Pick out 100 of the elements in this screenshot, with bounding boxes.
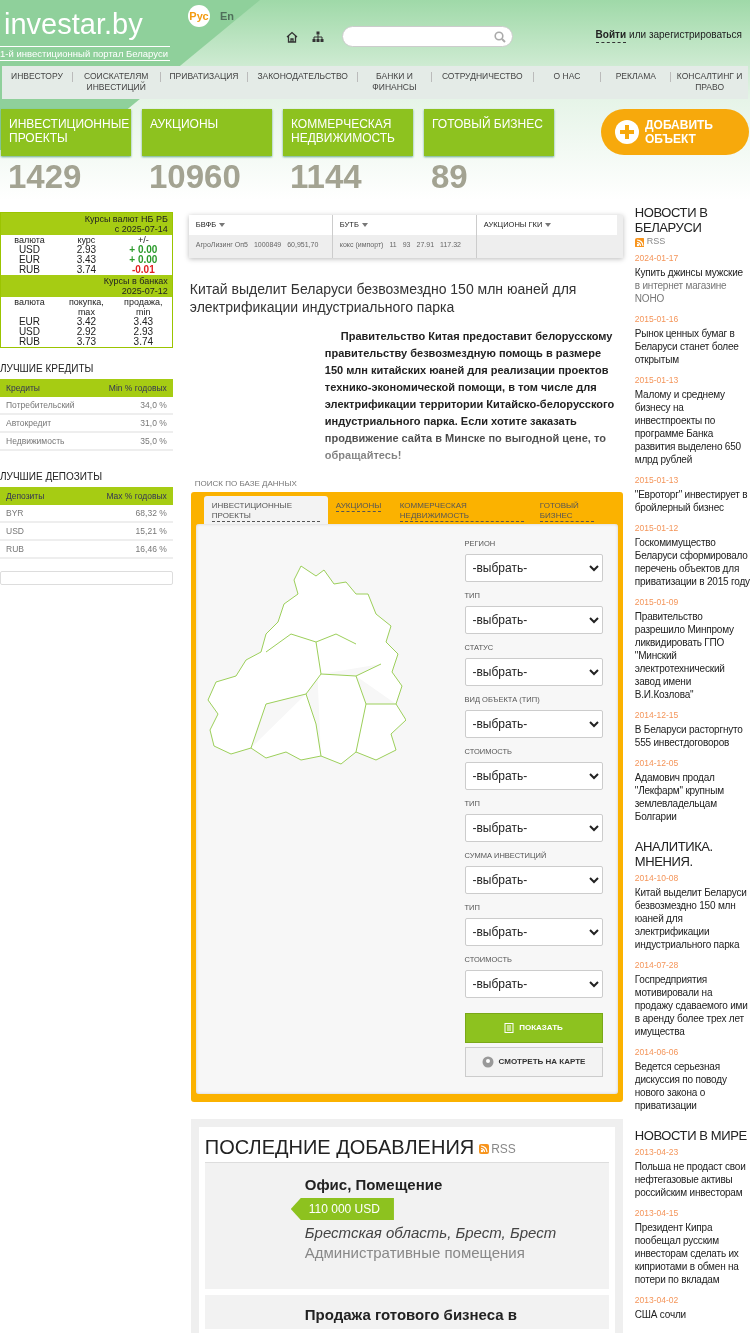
- dropdown[interactable]: -выбрать-: [464, 866, 603, 894]
- section-title: ПОСЛЕДНИЕ ДОБАВЛЕНИЯ: [204, 1135, 475, 1159]
- nav-link[interactable]: КОНСАЛТИНГ И ПРАВО: [671, 71, 748, 93]
- table-cell-text: EUR: [17, 317, 41, 327]
- category-count: 89: [430, 158, 469, 196]
- news-link[interactable]: Госпредприятия мотивировали на продажу сдаваемого ими в аренду более трех лет имущества: [634, 972, 750, 1038]
- table-cell-text: -0.01: [130, 265, 156, 275]
- news-link[interactable]: Ведется серьезная дискуссия по поводу нового закона о приватизации: [634, 1059, 750, 1112]
- search-icon: [494, 30, 506, 43]
- search-field[interactable]: [342, 26, 513, 47]
- news-link[interactable]: В Беларуси расторгнуто 555 инвестдоговоров: [634, 722, 750, 749]
- news-link[interactable]: США сочли: [634, 1307, 750, 1321]
- nav-link[interactable]: СОИСКАТЕЛЯМ ИНВЕСТИЦИЙ: [72, 71, 160, 93]
- listing-card[interactable]: Офис, Помещение 110 000 USD Брестская область, Брест, Брест Административные помещения: [204, 1163, 609, 1289]
- news-date: 2014-12-15: [634, 709, 680, 721]
- dropdown[interactable]: -выбрать-: [464, 658, 603, 686]
- news-date: 2014-10-08: [634, 872, 680, 884]
- category-count: 1429: [7, 158, 83, 196]
- news-link[interactable]: Купить джинсы мужские: [634, 265, 750, 279]
- login-link[interactable]: Войти: [595, 27, 627, 43]
- map-pin-icon: [481, 1056, 494, 1068]
- news-date: 2014-12-05: [634, 757, 680, 769]
- rss-icon: [479, 1144, 490, 1154]
- news-link[interactable]: Китай выделит Беларуси безвозмездно 150 млн юаней для электрификации индустриального парка: [634, 885, 750, 951]
- news-date: 2015-01-13: [634, 374, 680, 386]
- news-date: 2013-04-23: [634, 1146, 680, 1158]
- map-button[interactable]: СМОТРЕТЬ НА КАРТЕ: [464, 1047, 603, 1077]
- nav-link[interactable]: О НАС: [533, 71, 601, 82]
- caret-icon: [545, 223, 552, 227]
- search-tab[interactable]: КОММЕРЧЕСКАЯ НЕДВИЖИМОСТЬ: [391, 496, 532, 524]
- column-header: Депозиты: [6, 489, 45, 503]
- dropdown[interactable]: -выбрать-: [464, 814, 603, 842]
- news-link[interactable]: "Евроторг" инвестирует в бройлерный бизнес: [634, 487, 750, 514]
- dropdown[interactable]: -выбрать-: [464, 970, 603, 998]
- article-title[interactable]: Китай выделит Беларуси безвозмездно 150 млн юаней для электрификации индустриального парка: [188, 280, 623, 316]
- column-header: курс: [76, 235, 97, 245]
- news-date: 2015-01-09: [634, 596, 680, 608]
- rss-link[interactable]: RSS: [491, 1140, 516, 1158]
- section-title: ЛУЧШИЕ ДЕПОЗИТЫ: [0, 470, 103, 484]
- news-link[interactable]: Рынок ценных бумаг в Беларуси станет более открытым: [634, 326, 750, 366]
- news-link[interactable]: в интернет магазине NOHO: [634, 278, 750, 305]
- column-header: Min % годовых: [108, 381, 167, 395]
- table-cell: 34,0 %: [140, 398, 167, 412]
- caret-icon: [219, 223, 226, 227]
- table-cell-text: 3.42: [75, 317, 98, 327]
- news-link[interactable]: Малому и среднему бизнесу на инвестпроекты по программе Банка развития выделено 650 млрд рублей: [634, 387, 750, 466]
- table-cell: USD: [6, 524, 24, 538]
- search-tab[interactable]: ГОТОВЫЙ БИЗНЕС: [531, 496, 602, 524]
- table-cell-text: + 0.00: [128, 255, 159, 265]
- nav-link[interactable]: ПРИВАТИЗАЦИЯ: [160, 71, 248, 82]
- listing-location: Брестская область, Брест, Брест: [304, 1223, 558, 1243]
- news-link[interactable]: Адамович продал "Лекфарм" крупным землевладельцам Болгарии: [634, 770, 750, 823]
- plus-icon: [615, 120, 639, 144]
- nav-link[interactable]: ЗАКОНОДАТЕЛЬСТВО: [248, 71, 358, 82]
- search-tab[interactable]: ИНВЕСТИЦИОННЫЕ ПРОЕКТЫ: [203, 496, 328, 524]
- news-date: 2013-04-02: [634, 1294, 680, 1306]
- register-text: или зарегистрироваться: [629, 28, 742, 42]
- dropdown[interactable]: -выбрать-: [464, 554, 603, 582]
- table-cell-text: 3.74: [75, 265, 98, 275]
- news-link[interactable]: Президент Кипра пообещал русским инвесторам сделать их киприотами в обмен на потери по вкладам: [634, 1220, 750, 1286]
- news-date: 2013-04-15: [634, 1207, 680, 1219]
- column-header: +/-: [136, 235, 150, 245]
- price-tag: 110 000 USD: [290, 1198, 394, 1220]
- listing-category: Административные помещения: [304, 1243, 526, 1263]
- table-date: с 2025-07-14: [113, 224, 168, 234]
- column-header: продажа, min: [123, 297, 164, 317]
- nav-link[interactable]: СОТРУДНИЧЕСТВО: [431, 71, 533, 82]
- search-caption: ПОИСК ПО БАЗЕ ДАННЫХ: [194, 478, 298, 490]
- column-header: валюта: [13, 297, 46, 309]
- news-link[interactable]: Правительство разрешило Минпрому ликвидировать ГПО "Минский электротехнический завод имени В.И.Козлова": [634, 609, 750, 701]
- news-link[interactable]: Госкомимущество Беларуси сформировало перечень объектов для приватизации в 2015 году: [634, 535, 750, 588]
- nav-link[interactable]: РЕКЛАМА: [601, 71, 671, 82]
- table-cell-text: USD: [17, 327, 41, 337]
- rss-link[interactable]: RSS: [646, 235, 666, 249]
- table-cell-text: RUB: [17, 265, 41, 275]
- category-count: 1144: [289, 158, 363, 196]
- table-cell: Недвижимость: [6, 434, 65, 448]
- table-cell: BYR: [6, 506, 24, 520]
- dropdown[interactable]: -выбрать-: [464, 762, 603, 790]
- table-cell-text: USD: [17, 245, 41, 255]
- news-link[interactable]: Польша не продаст свои нефтегазовые активы российским инвесторам: [634, 1159, 750, 1199]
- news-date: 2015-01-12: [634, 522, 680, 534]
- nav-link[interactable]: БАНКИ И ФИНАНСЫ: [358, 71, 431, 93]
- listing-card[interactable]: Продажа готового бизнеса в: [204, 1295, 609, 1329]
- table-cell: 31,0 %: [140, 416, 167, 430]
- news-date: 2014-06-06: [634, 1046, 680, 1058]
- dropdown[interactable]: -выбрать-: [464, 606, 603, 634]
- table-cell-text: 3.43: [75, 255, 98, 265]
- sitemap-icon: [312, 30, 324, 43]
- nav-link[interactable]: ИНВЕСТОРУ: [2, 71, 72, 82]
- table-cell: 68,32 %: [135, 506, 167, 520]
- search-tab[interactable]: АУКЦИОНЫ: [327, 496, 392, 524]
- dropdown[interactable]: -выбрать-: [464, 918, 603, 946]
- home-icon: [286, 30, 298, 43]
- listing-title[interactable]: Продажа готового бизнеса в: [304, 1305, 603, 1325]
- table-cell-text: 3.43: [132, 317, 155, 327]
- listing-title[interactable]: Офис, Помещение: [304, 1175, 603, 1195]
- section-title: ЛУЧШИЕ КРЕДИТЫ: [0, 362, 95, 376]
- table-cell-text: 2.93: [132, 327, 155, 337]
- dropdown[interactable]: -выбрать-: [464, 710, 603, 738]
